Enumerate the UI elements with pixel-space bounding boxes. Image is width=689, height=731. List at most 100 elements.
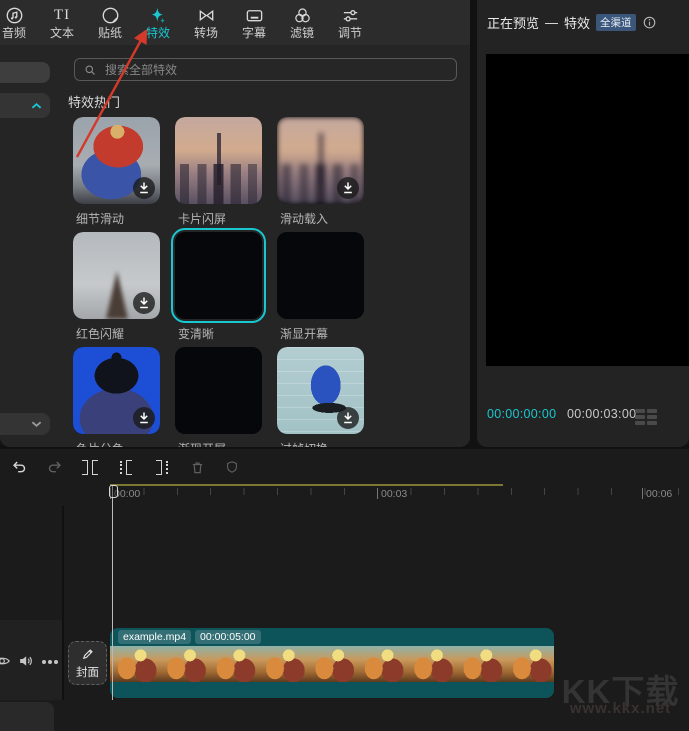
- effects-panel: 特效热门 细节滑动 卡片闪屏 滑动载入: [0, 45, 470, 447]
- sidebar-stub-top[interactable]: [0, 62, 50, 83]
- transition-icon: [197, 7, 216, 25]
- info-icon[interactable]: [642, 15, 657, 30]
- effect-item: 红色闪耀: [73, 232, 165, 342]
- effect-item: 渐显开幕: [277, 232, 369, 342]
- playhead-line: [112, 485, 113, 700]
- pencil-icon: [80, 647, 95, 662]
- delete-left-button[interactable]: [115, 457, 137, 477]
- channel-badge: 全渠道: [596, 14, 636, 31]
- effect-item: 卡片闪屏: [175, 117, 267, 227]
- more-options-icon[interactable]: [42, 660, 46, 664]
- toolbar-item-adjust[interactable]: 调节: [326, 0, 374, 45]
- preview-header: 正在预览 — 特效 全渠道: [477, 0, 689, 45]
- effect-label: 过帧切换: [280, 440, 369, 447]
- effect-item: 细节滑动: [73, 117, 165, 227]
- sidebar-dropdown-expanded[interactable]: [0, 413, 50, 435]
- ruler-major-tick: [642, 488, 643, 499]
- playhead-handle[interactable]: [109, 485, 118, 498]
- undo-button[interactable]: [8, 457, 30, 477]
- effect-label: 渐显开幕: [280, 325, 369, 342]
- main-toolbar: 音频 TI 文本 贴纸: [0, 0, 470, 45]
- bracket-right: [126, 460, 132, 475]
- effect-label: 细节滑动: [76, 210, 165, 227]
- toolbar-item-label: 转场: [194, 27, 218, 39]
- video-editor-window: 音频 TI 文本 贴纸: [0, 0, 689, 731]
- download-icon: [133, 177, 155, 199]
- cover-button[interactable]: 封面: [68, 641, 107, 685]
- bracket-right: [92, 460, 98, 475]
- delete-button[interactable]: [186, 457, 208, 477]
- sidebar-dropdown-collapsed[interactable]: [0, 93, 50, 118]
- effect-thumbnail[interactable]: [277, 117, 364, 204]
- layout-grid-icon[interactable]: [635, 409, 657, 425]
- download-icon: [337, 177, 359, 199]
- speaker-icon[interactable]: [17, 652, 35, 670]
- video-clip[interactable]: example.mp4 00:00:05:00: [110, 628, 554, 698]
- toolbar-item-audio[interactable]: 音频: [0, 0, 38, 45]
- subtitle-icon: [245, 7, 264, 25]
- track-divider: [62, 506, 64, 700]
- effect-label: 卡片闪屏: [178, 210, 267, 227]
- bracket-left: [82, 460, 88, 475]
- ruler-major-tick: [377, 488, 378, 499]
- delete-right-button[interactable]: [151, 457, 173, 477]
- preview-time-row: 00:00:00:00 00:00:03:00: [487, 407, 636, 421]
- clip-filename: example.mp4: [118, 630, 191, 644]
- preview-title: 正在预览: [487, 13, 539, 32]
- cover-button-label: 封面: [76, 664, 99, 680]
- total-timecode: 00:00:03:00: [567, 407, 636, 421]
- watermark-url: www.kkx.net: [552, 700, 689, 717]
- dotted-line: [120, 461, 122, 474]
- audio-icon: [5, 7, 24, 25]
- effect-thumbnail[interactable]: [175, 347, 262, 434]
- effect-label: 变清晰: [178, 325, 267, 342]
- preview-subtitle: 特效: [564, 13, 590, 32]
- sticker-icon: [101, 7, 120, 25]
- shield-icon[interactable]: [221, 457, 243, 477]
- filter-icon: [293, 7, 312, 25]
- ruler-label: 00:00: [114, 488, 140, 500]
- effect-label: 渐现开屏: [178, 440, 267, 447]
- preview-title-separator: —: [545, 15, 558, 30]
- effect-item: 过帧切换: [277, 347, 369, 447]
- effects-star-icon: [148, 7, 168, 25]
- ruler-label: 00:06: [646, 488, 672, 500]
- clip-header: example.mp4 00:00:05:00: [110, 628, 554, 646]
- timeline-ruler[interactable]: 00:00 00:03 00:06: [0, 484, 689, 506]
- toolbar-item-subtitle[interactable]: 字幕: [230, 0, 278, 45]
- timeline-section: 00:00 00:03 00:06: [0, 449, 689, 731]
- download-icon: [133, 407, 155, 429]
- toolbar-item-sticker[interactable]: 贴纸: [86, 0, 134, 45]
- bracket-left: [156, 460, 162, 475]
- search-input[interactable]: [103, 62, 427, 78]
- effect-thumbnail[interactable]: [277, 232, 364, 319]
- bottom-left-panel-corner: [0, 702, 54, 731]
- effect-thumbnail[interactable]: [73, 347, 160, 434]
- text-icon: TI: [54, 7, 70, 25]
- effect-label: 滑动载入: [280, 210, 369, 227]
- effect-thumbnail[interactable]: [277, 347, 364, 434]
- effect-item: 渐现开屏: [175, 347, 267, 447]
- chevron-down-icon: [31, 420, 42, 428]
- effect-thumbnail[interactable]: [73, 232, 160, 319]
- ruler-label: 00:03: [381, 488, 407, 500]
- toolbar-item-label: 调节: [338, 27, 362, 39]
- toolbar-item-text[interactable]: TI 文本: [38, 0, 86, 45]
- toolbar-item-effects[interactable]: 特效: [134, 0, 182, 45]
- eye-visibility-icon[interactable]: [0, 652, 11, 670]
- toolbar-item-filter[interactable]: 滤镜: [278, 0, 326, 45]
- effect-item: 负片分色: [73, 347, 165, 447]
- search-icon: [83, 63, 97, 77]
- toolbar-item-label: 音频: [2, 27, 26, 39]
- toolbar-item-transition[interactable]: 转场: [182, 0, 230, 45]
- effect-thumbnail[interactable]: [73, 117, 160, 204]
- current-timecode: 00:00:00:00: [487, 407, 565, 421]
- preview-panel: 00:00:00:00 00:00:03:00: [477, 45, 689, 447]
- effect-thumbnail[interactable]: [175, 232, 262, 319]
- toolbar-item-label: 字幕: [242, 27, 266, 39]
- clip-filmstrip: [110, 646, 554, 682]
- split-button[interactable]: [79, 457, 101, 477]
- effect-thumbnail[interactable]: [175, 117, 262, 204]
- toolbar-item-label: 特效: [146, 27, 170, 39]
- redo-button[interactable]: [44, 457, 66, 477]
